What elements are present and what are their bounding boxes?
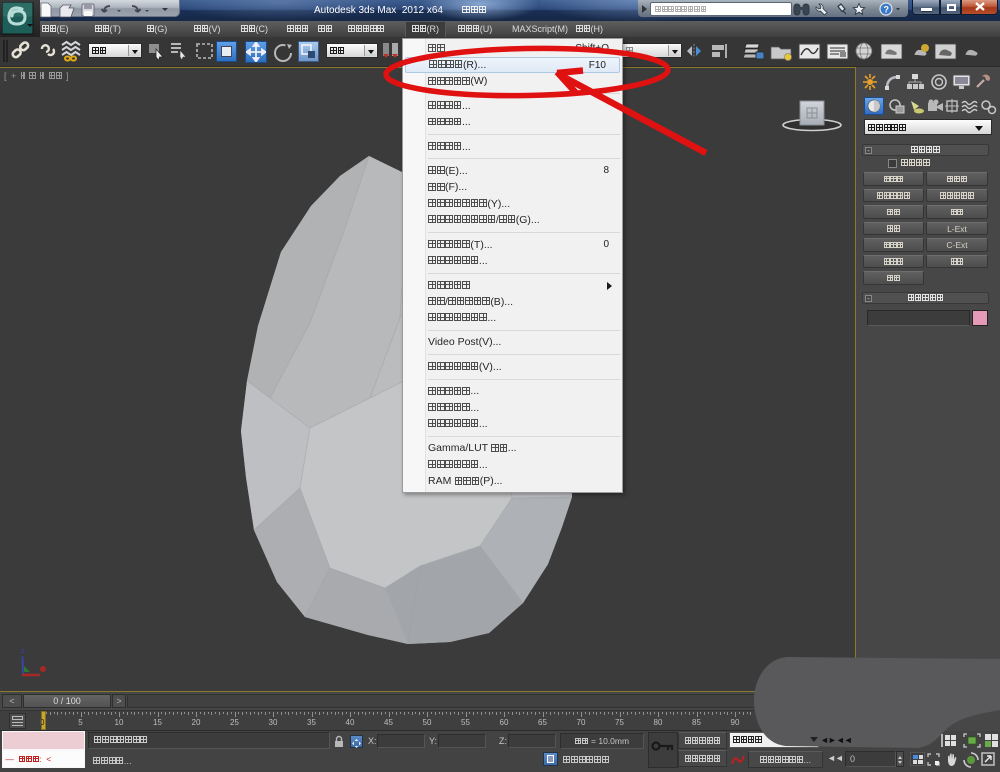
svg-text:?: ? <box>884 5 890 15</box>
svg-text:z: z <box>21 648 25 655</box>
